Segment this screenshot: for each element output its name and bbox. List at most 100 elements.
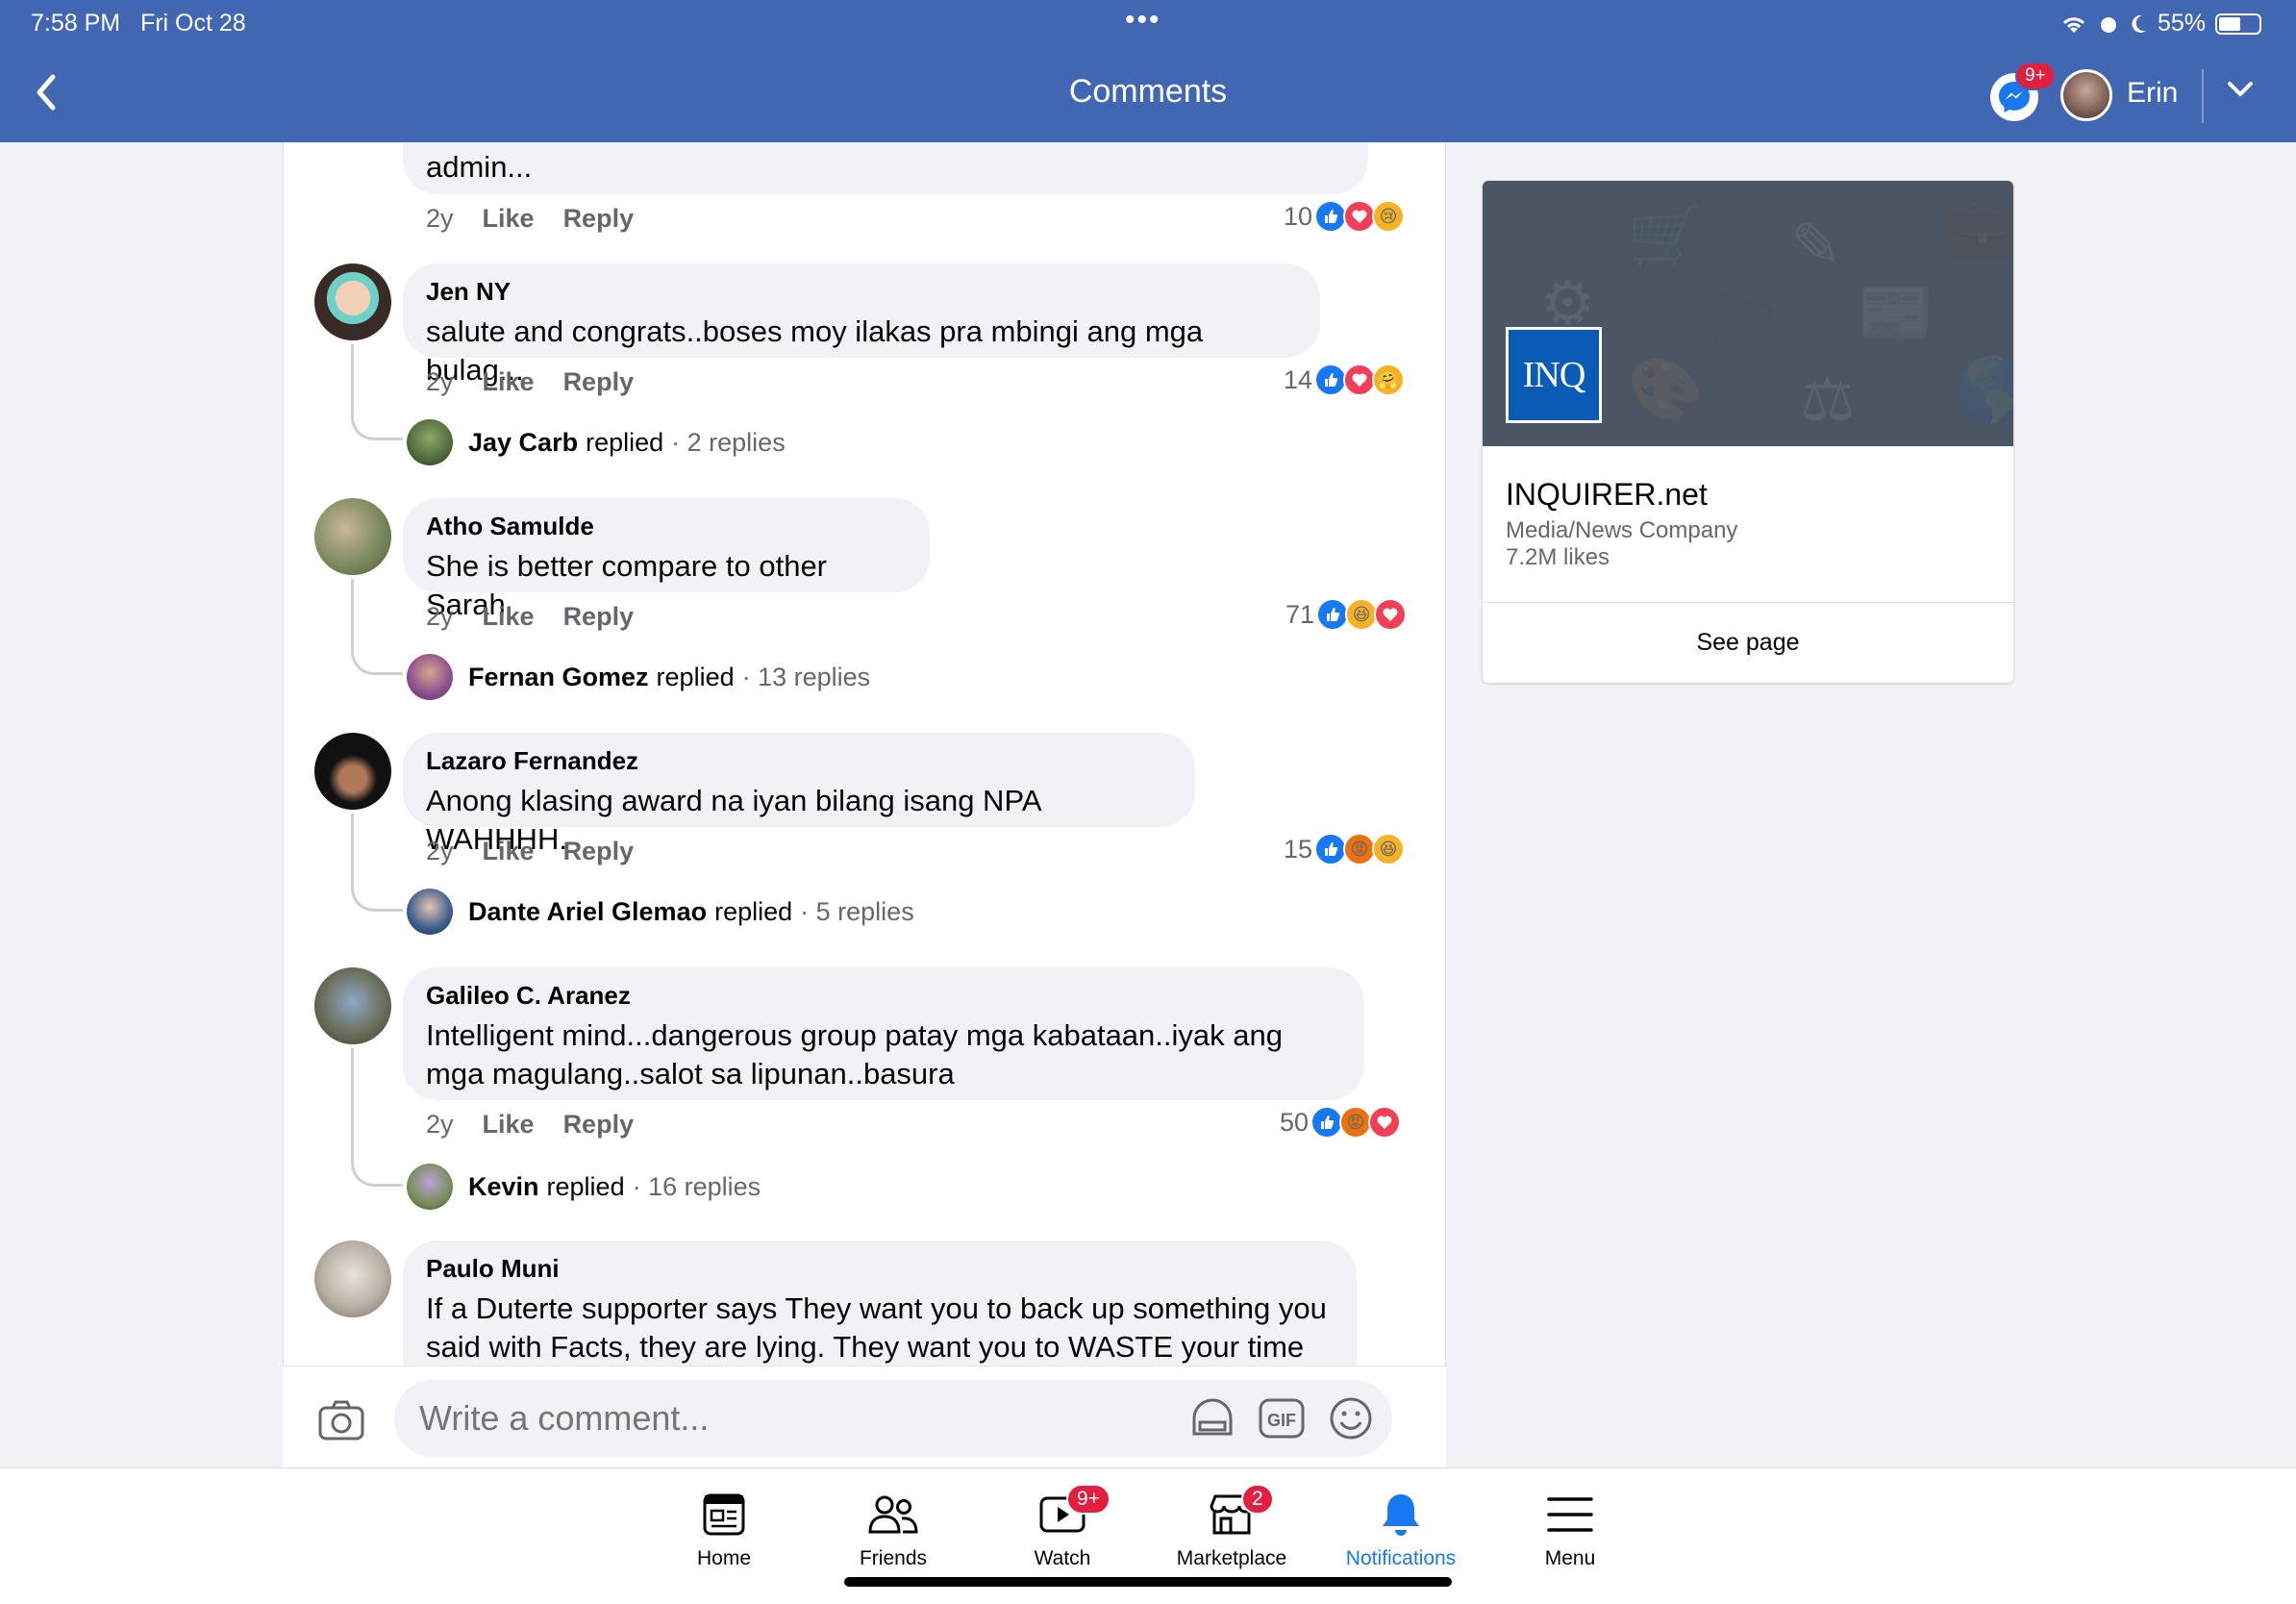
care-icon: 🤗: [1372, 363, 1406, 396]
tab-home[interactable]: Home: [639, 1488, 809, 1570]
avatar-sticker-button[interactable]: [1188, 1395, 1236, 1446]
reply-count: · 2 replies: [671, 427, 786, 457]
reply-button[interactable]: Reply: [563, 837, 635, 866]
angry-icon: 😡: [1343, 833, 1377, 865]
comment-bubble[interactable]: Jen NY salute and congrats..boses moy il…: [403, 263, 1320, 387]
reply-author[interactable]: Fernan Gomez: [468, 663, 649, 692]
avatar[interactable]: [314, 1241, 391, 1317]
reply-author[interactable]: Jay Carb: [468, 428, 578, 458]
avatar[interactable]: [314, 263, 391, 340]
thread-line: [351, 814, 403, 912]
tab-label: Notifications: [1345, 1547, 1457, 1569]
like-button[interactable]: Like: [483, 1110, 535, 1140]
tab-label: Marketplace: [1176, 1547, 1287, 1569]
view-replies-link[interactable]: Kevin replied · 16 replies: [407, 1164, 761, 1210]
comment-text: Intelligent mind...dangerous group patay…: [426, 1018, 1283, 1090]
profile-avatar[interactable]: [2060, 69, 2112, 121]
friends-icon: [868, 1495, 918, 1534]
love-icon: [1343, 200, 1377, 233]
account-menu-button[interactable]: [2227, 81, 2254, 103]
reaction-summary[interactable]: 15 😡 😆: [1284, 833, 1406, 865]
reply-button[interactable]: Reply: [563, 367, 635, 397]
reply-verb: replied: [586, 427, 664, 457]
view-replies-link[interactable]: Jay Carb replied · 2 replies: [407, 419, 786, 465]
tab-friends[interactable]: Friends: [809, 1488, 978, 1570]
view-replies-link[interactable]: Fernan Gomez replied · 13 replies: [407, 654, 870, 700]
thread-line: [351, 579, 403, 675]
comment-age: 2y: [426, 837, 454, 865]
comment-bubble[interactable]: Galileo C. Aranez Intelligent mind...dan…: [403, 967, 1364, 1100]
comment-age: 2y: [426, 367, 454, 396]
battery-icon: [2215, 13, 2261, 35]
like-icon: [1316, 598, 1350, 631]
gif-button[interactable]: GIF: [1258, 1395, 1306, 1446]
view-replies-link[interactable]: Dante Ariel Glemao replied · 5 replies: [407, 889, 914, 935]
tab-menu[interactable]: Menu: [1485, 1488, 1655, 1570]
comment-author[interactable]: Galileo C. Aranez: [426, 981, 1341, 1011]
comment-author[interactable]: Jen NY: [426, 277, 1297, 307]
reaction-summary[interactable]: 50 😡: [1280, 1106, 1402, 1139]
reply-verb: replied: [546, 1171, 625, 1201]
profile-name[interactable]: Erin: [2127, 77, 2178, 110]
reply-count: · 5 replies: [800, 896, 914, 926]
avatar[interactable]: [314, 967, 391, 1044]
reaction-count: 71: [1285, 599, 1315, 629]
emoji-icon: [1330, 1397, 1372, 1440]
camera-button[interactable]: [317, 1399, 365, 1446]
love-icon: [1374, 598, 1408, 631]
camera-icon: [318, 1400, 364, 1441]
page-likes: 7.2M likes: [1506, 544, 1610, 570]
reply-avatar: [407, 654, 453, 700]
reply-verb: replied: [714, 896, 793, 926]
avatar[interactable]: [314, 498, 391, 575]
like-button[interactable]: Like: [483, 602, 535, 632]
reaction-summary[interactable]: 71 😆: [1285, 598, 1408, 631]
top-bar: 7:58 PM Fri Oct 28 ••• 55% Comments 9+ E…: [0, 0, 2296, 142]
like-button[interactable]: Like: [483, 837, 535, 866]
home-indicator[interactable]: [844, 1577, 1452, 1587]
emoji-button[interactable]: [1327, 1395, 1375, 1446]
reply-avatar: [407, 419, 453, 465]
reaction-count: 10: [1284, 201, 1313, 231]
comment-bubble[interactable]: Atho Samulde She is better compare to ot…: [403, 498, 930, 621]
comment-author[interactable]: Lazaro Fernandez: [426, 746, 1172, 776]
comment-author[interactable]: Atho Samulde: [426, 512, 907, 541]
reply-button[interactable]: Reply: [563, 204, 635, 234]
status-indicators: 55%: [2059, 10, 2261, 38]
avatar[interactable]: [314, 733, 391, 810]
moon-icon: [2132, 14, 2146, 33]
comments-panel[interactable]: admin... 2y Like Reply 10 😢 Jen NY salut…: [283, 142, 1446, 1467]
like-button[interactable]: Like: [483, 367, 535, 397]
page-card: 🛒 ✎ 💼 ⚙ 🎥 📰 🎨 ⚖ 🌎 INQ INQUIRER.net Media…: [1483, 181, 2013, 683]
comment-input[interactable]: [394, 1380, 1392, 1457]
reply-button[interactable]: Reply: [563, 1110, 635, 1140]
comment-actions: 2y Like Reply: [426, 204, 634, 234]
reply-author[interactable]: Dante Ariel Glemao: [468, 897, 707, 927]
bell-icon: [1383, 1494, 1419, 1536]
comment-bubble[interactable]: Lazaro Fernandez Anong klasing award na …: [403, 733, 1195, 856]
chevron-down-icon: [2228, 82, 2253, 96]
reaction-summary[interactable]: 10 😢: [1284, 200, 1406, 233]
multitasking-dots[interactable]: •••: [1125, 4, 1161, 37]
reaction-count: 15: [1284, 834, 1313, 864]
home-icon: [703, 1493, 745, 1536]
comment-text: admin...: [426, 150, 533, 184]
comment-actions: 2y Like Reply: [426, 1110, 634, 1140]
status-date: Fri Oct 28: [139, 10, 246, 37]
comment-bubble[interactable]: admin...: [403, 142, 1368, 194]
battery-percent: 55%: [2157, 10, 2206, 37]
reply-button[interactable]: Reply: [563, 602, 635, 632]
tab-marketplace[interactable]: 2 Marketplace: [1147, 1484, 1316, 1570]
haha-icon: 😆: [1372, 833, 1406, 865]
reaction-summary[interactable]: 14 🤗: [1284, 363, 1406, 396]
see-page-button[interactable]: See page: [1483, 602, 2013, 683]
comment-author[interactable]: Paulo Muni: [426, 1254, 1334, 1284]
comment-age: 2y: [426, 1110, 454, 1139]
like-button[interactable]: Like: [483, 204, 535, 234]
page-name[interactable]: INQUIRER.net: [1506, 477, 1708, 513]
comment-age: 2y: [426, 204, 454, 233]
page-cover[interactable]: 🛒 ✎ 💼 ⚙ 🎥 📰 🎨 ⚖ 🌎 INQ: [1483, 181, 2013, 446]
tab-watch[interactable]: 9+ Watch: [978, 1484, 1147, 1570]
reply-author[interactable]: Kevin: [468, 1172, 539, 1202]
tab-notifications[interactable]: Notifications: [1316, 1488, 1485, 1570]
